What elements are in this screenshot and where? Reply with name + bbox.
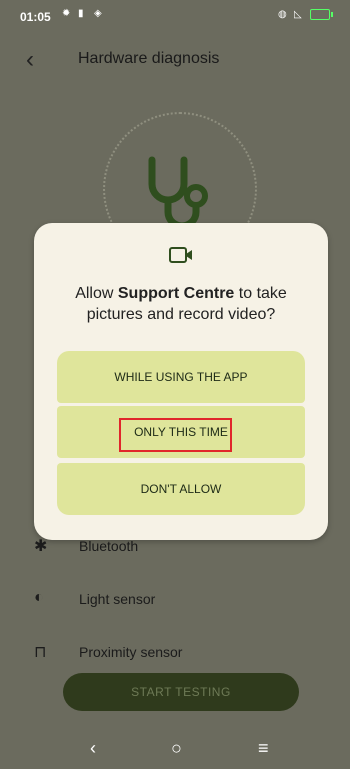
list-item-label: Bluetooth — [79, 538, 139, 554]
back-button[interactable]: ‹ — [26, 46, 34, 74]
shield-icon: ◈ — [94, 8, 102, 19]
highlight-box — [119, 418, 232, 452]
permission-dialog: Allow Support Centre to take pictures an… — [34, 223, 328, 540]
light-sensor-icon: ◐ — [34, 589, 44, 606]
list-item-proximity-sensor[interactable]: ⊓ Proximity sensor — [0, 634, 350, 670]
dont-allow-button[interactable]: DON'T ALLOW — [57, 463, 305, 515]
sim-icon: ▮ — [78, 8, 84, 19]
camera-icon — [169, 247, 192, 263]
list-item-label: Proximity sensor — [79, 644, 183, 660]
screen: 01:05 ✹ ▮ ◈ ◍ ◺ ‹ Hardware diagnosis ✱ B… — [0, 0, 350, 769]
page-title: Hardware diagnosis — [78, 50, 220, 67]
proximity-icon: ⊓ — [34, 644, 47, 661]
dialog-message: Allow Support Centre to take pictures an… — [56, 283, 306, 325]
dialog-app-name: Support Centre — [117, 285, 235, 302]
vibrate-icon: ◍ — [278, 8, 287, 20]
settings-icon: ✹ — [62, 8, 71, 19]
home-nav-icon[interactable]: ○ — [171, 738, 182, 759]
battery-icon — [310, 9, 333, 20]
recents-nav-icon[interactable]: ≡ — [258, 738, 269, 759]
back-nav-icon[interactable]: ‹ — [90, 738, 96, 759]
no-signal-icon: ◺ — [294, 8, 302, 20]
dialog-message-prefix: Allow — [75, 285, 118, 302]
status-bar: 01:05 ✹ ▮ ◈ ◍ ◺ — [0, 0, 350, 28]
navigation-bar: ‹ ○ ≡ — [0, 730, 350, 769]
while-using-app-button[interactable]: WHILE USING THE APP — [57, 351, 305, 403]
status-right-icons: ◍ ◺ — [278, 8, 333, 20]
app-bar: ‹ Hardware diagnosis — [0, 44, 350, 78]
start-testing-button[interactable]: START TESTING — [63, 673, 299, 711]
status-left-icons: ✹ ▮ ◈ — [62, 9, 104, 19]
list-item-light-sensor[interactable]: ◐ Light sensor — [0, 581, 350, 617]
status-time: 01:05 — [20, 10, 51, 24]
list-item-label: Light sensor — [79, 591, 156, 607]
